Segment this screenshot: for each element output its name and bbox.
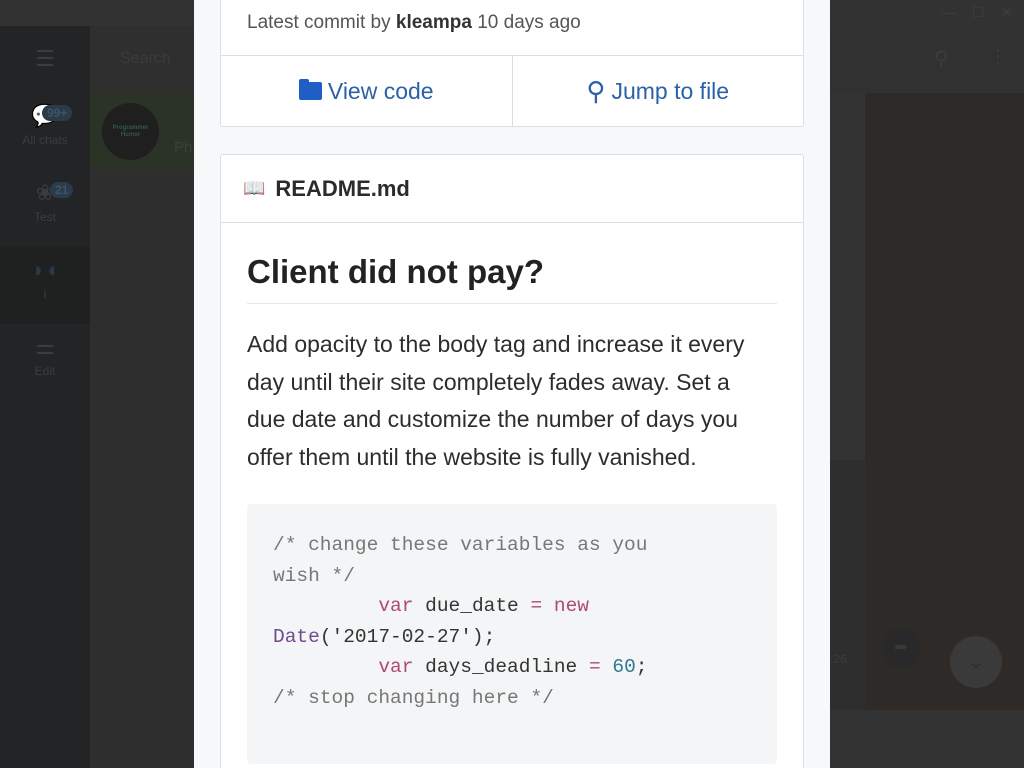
readme-heading: Client did not pay?	[247, 253, 777, 304]
mask-icon: ◗◖	[31, 257, 59, 282]
chat-header: ⚲ ⋮	[830, 26, 1024, 93]
code-operator: =	[588, 656, 601, 678]
code-function: Date	[273, 625, 320, 648]
code-number: 60	[612, 656, 636, 678]
code-keyword: var	[378, 656, 414, 678]
maximize-icon[interactable]: ☐	[972, 4, 985, 21]
latest-commit: Latest commit by kleampa 10 days ago	[220, 0, 804, 56]
code-identifier: due_date	[413, 595, 531, 617]
sidebar-item-label: Test	[33, 210, 56, 224]
chat-name: Ph	[174, 139, 193, 156]
commit-author[interactable]: kleampa	[396, 12, 472, 33]
close-icon[interactable]: ✕	[1001, 4, 1013, 21]
sidebar-item-label: i	[43, 287, 47, 301]
code-string: ('2017-02-27');	[319, 625, 496, 648]
sidebar-item-edit[interactable]: ⚌ Edit	[0, 324, 90, 401]
search-input[interactable]: Search	[90, 26, 194, 93]
image-viewer: Latest commit by kleampa 10 days ago Vie…	[194, 0, 830, 768]
forward-icon: ➦	[894, 639, 908, 656]
message-composer	[830, 710, 1024, 768]
chat-list-item[interactable]: Programmer Humor Ph	[90, 93, 194, 170]
jump-to-file-button[interactable]: ⚲ Jump to file	[511, 56, 804, 126]
hamburger-icon: ☰	[35, 46, 55, 71]
view-code-button[interactable]: View code	[221, 56, 512, 126]
more-vert-icon[interactable]: ⋮	[988, 44, 1008, 69]
code-block: /* change these variables as you wish */…	[247, 504, 777, 764]
unread-badge: 21	[50, 182, 74, 198]
book-icon: 📖	[243, 178, 266, 198]
minimize-icon[interactable]: —	[942, 4, 956, 20]
avatar-text: Programmer Humor	[112, 124, 149, 138]
avatar: Programmer Humor	[102, 103, 159, 160]
sidebar-item-label: Edit	[34, 364, 56, 378]
readme-header: 📖 README.md	[221, 155, 803, 223]
flower-icon: ❀	[35, 180, 55, 205]
sidebar-item-test[interactable]: ❀ 21 Test	[0, 170, 90, 247]
code-operator: =	[530, 595, 543, 617]
search-icon: ⚲	[586, 75, 606, 106]
chevron-down-icon: ⌄	[967, 651, 985, 673]
sidebar-item-label: All chats	[22, 133, 68, 147]
sidebar-item-i[interactable]: ◗◖ i	[0, 247, 90, 324]
code-identifier: days_deadline	[413, 656, 589, 678]
view-code-label: View code	[327, 77, 434, 104]
unread-badge: 99+	[42, 105, 73, 121]
commit-time: 10 days ago	[477, 12, 581, 33]
forward-button[interactable]: ➦	[881, 628, 921, 668]
jump-to-file-label: Jump to file	[611, 77, 730, 104]
code-comment: /* stop changing here */	[273, 686, 554, 709]
folder-icon	[298, 79, 322, 100]
message-bubble	[830, 93, 865, 460]
search-icon[interactable]: ⚲	[934, 46, 949, 71]
readme-title: README.md	[275, 175, 410, 201]
code-punct: ;	[635, 656, 648, 678]
sliders-icon: ⚌	[35, 334, 55, 359]
code-keyword: var	[378, 595, 414, 617]
repo-actions: View code ⚲ Jump to file	[220, 55, 804, 127]
chat-background	[865, 93, 1024, 710]
folder-sidebar: ☰ 💬99+All chats ❀21Test ◗◖i ⚌Edit	[0, 26, 90, 768]
readme-paragraph: Add opacity to the body tag and increase…	[247, 331, 745, 470]
code-keyword: new	[542, 595, 589, 617]
code-comment: /* change these variables as you	[273, 534, 648, 556]
code-comment: wish */	[273, 564, 355, 587]
menu-button[interactable]: ☰	[0, 36, 90, 86]
sidebar-item-all-chats[interactable]: 💬99+All chats	[0, 93, 90, 170]
scroll-down-button[interactable]: ⌄	[950, 636, 1002, 688]
commit-prefix: Latest commit by	[247, 12, 391, 33]
readme-card: 📖 README.md Client did not pay? Add opaci…	[220, 154, 804, 768]
message-time: :26	[830, 652, 847, 666]
